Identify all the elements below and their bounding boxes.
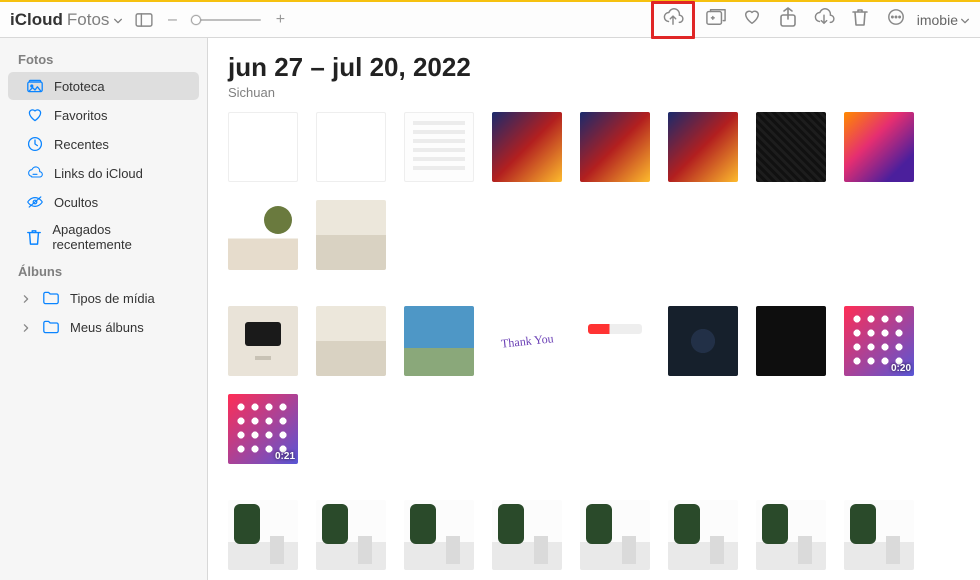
brand-bold: iCloud bbox=[10, 10, 63, 30]
photo-thumbnail[interactable] bbox=[316, 200, 386, 270]
photo-thumbnail[interactable] bbox=[228, 112, 298, 182]
chevron-right-icon bbox=[22, 291, 32, 306]
chevron-down-icon bbox=[960, 16, 970, 26]
chevron-right-icon bbox=[22, 320, 32, 335]
video-duration-badge: 0:21 bbox=[275, 451, 295, 462]
trash-icon bbox=[26, 228, 42, 246]
sidebar: Fotos Fototeca Favoritos Recentes Links do i… bbox=[0, 38, 208, 580]
sidebar-section-header: Fotos bbox=[0, 46, 207, 71]
delete-button[interactable] bbox=[845, 6, 875, 34]
eye-off-icon bbox=[26, 193, 44, 211]
sidebar-item-label: Meus álbuns bbox=[70, 320, 144, 335]
zoom-out-button[interactable]: – bbox=[165, 11, 179, 29]
add-to-album-button[interactable] bbox=[701, 6, 731, 34]
zoom-slider-knob[interactable] bbox=[191, 15, 201, 25]
upload-highlight bbox=[651, 1, 695, 39]
photo-thumbnail[interactable] bbox=[756, 500, 826, 570]
sidebar-item-recentes[interactable]: Recentes bbox=[8, 130, 199, 158]
sidebar-item-tipos-de-mídia[interactable]: Tipos de mídia bbox=[8, 284, 199, 312]
photo-thumbnail[interactable] bbox=[492, 112, 562, 182]
photo-thumbnail[interactable] bbox=[668, 112, 738, 182]
toggle-sidebar-button[interactable] bbox=[129, 6, 159, 34]
sidebar-item-label: Fototeca bbox=[54, 79, 105, 94]
sidebar-item-ocultos[interactable]: Ocultos bbox=[8, 188, 199, 216]
sidebar-item-label: Apagados recentemente bbox=[52, 222, 181, 252]
photo-thumbnail[interactable] bbox=[492, 306, 562, 376]
folder-icon bbox=[42, 289, 60, 307]
photo-thumbnail[interactable] bbox=[316, 306, 386, 376]
sidebar-item-label: Tipos de mídia bbox=[70, 291, 155, 306]
content-header: jun 27 – jul 20, 2022 Sichuan bbox=[208, 38, 980, 106]
photo-scroll-area[interactable]: 0:200:210:050:050:01 bbox=[208, 106, 980, 580]
photo-thumbnail[interactable] bbox=[844, 112, 914, 182]
account-menu[interactable]: imobie bbox=[917, 12, 970, 28]
folder-icon bbox=[42, 318, 60, 336]
library-icon bbox=[26, 77, 44, 95]
photo-thumbnail[interactable] bbox=[404, 500, 474, 570]
trash-icon bbox=[852, 8, 868, 31]
sidebar-item-label: Links do iCloud bbox=[54, 166, 143, 181]
sidebar-item-label: Recentes bbox=[54, 137, 109, 152]
more-button[interactable] bbox=[881, 6, 911, 34]
sidebar-item-label: Ocultos bbox=[54, 195, 98, 210]
main-content: jun 27 – jul 20, 2022 Sichuan 0:200:210:… bbox=[208, 38, 980, 580]
sidebar-item-favoritos[interactable]: Favoritos bbox=[8, 101, 199, 129]
toolbar: iCloud Fotos – + bbox=[0, 0, 980, 38]
clock-icon bbox=[26, 135, 44, 153]
link-cloud-icon bbox=[26, 164, 44, 182]
photo-grid: 0:200:210:050:050:01 bbox=[228, 112, 968, 580]
download-cloud-icon bbox=[813, 8, 835, 31]
add-to-album-icon bbox=[706, 8, 726, 31]
photo-thumbnail[interactable] bbox=[228, 500, 298, 570]
sidebar-item-fototeca[interactable]: Fototeca bbox=[8, 72, 199, 100]
photo-thumbnail[interactable] bbox=[668, 500, 738, 570]
favorite-button[interactable] bbox=[737, 6, 767, 34]
photo-thumbnail[interactable]: 0:20 bbox=[844, 306, 914, 376]
download-button[interactable] bbox=[809, 6, 839, 34]
photo-thumbnail[interactable] bbox=[228, 306, 298, 376]
location-subtitle: Sichuan bbox=[228, 85, 960, 100]
sidebar-item-apagados-recentemente[interactable]: Apagados recentemente bbox=[8, 217, 199, 257]
video-duration-badge: 0:20 bbox=[891, 363, 911, 374]
share-button[interactable] bbox=[773, 6, 803, 34]
photo-thumbnail[interactable] bbox=[492, 500, 562, 570]
account-name: imobie bbox=[917, 12, 958, 28]
photo-thumbnail[interactable] bbox=[756, 306, 826, 376]
photo-thumbnail[interactable] bbox=[404, 112, 474, 182]
sidebar-section-header: Álbuns bbox=[0, 258, 207, 283]
photo-thumbnail[interactable]: 0:21 bbox=[228, 394, 298, 464]
date-range-title: jun 27 – jul 20, 2022 bbox=[228, 52, 960, 83]
sidebar-item-meus-álbuns[interactable]: Meus álbuns bbox=[8, 313, 199, 341]
photo-thumbnail[interactable] bbox=[580, 500, 650, 570]
more-icon bbox=[887, 8, 905, 31]
photo-thumbnail[interactable] bbox=[316, 500, 386, 570]
photo-thumbnail[interactable] bbox=[404, 306, 474, 376]
photo-thumbnail[interactable] bbox=[580, 112, 650, 182]
zoom-slider[interactable] bbox=[191, 19, 261, 21]
photo-thumbnail[interactable] bbox=[316, 112, 386, 182]
chevron-down-icon bbox=[113, 16, 123, 26]
upload-cloud-icon bbox=[662, 8, 684, 31]
sidebar-item-links-do-icloud[interactable]: Links do iCloud bbox=[8, 159, 199, 187]
photo-thumbnail[interactable] bbox=[580, 306, 650, 376]
upload-button[interactable] bbox=[658, 6, 688, 34]
heart-icon bbox=[743, 8, 761, 31]
brand-light: Fotos bbox=[67, 10, 110, 30]
photo-thumbnail[interactable] bbox=[228, 200, 298, 270]
sidebar-item-label: Favoritos bbox=[54, 108, 107, 123]
photo-thumbnail[interactable] bbox=[756, 112, 826, 182]
zoom-in-button[interactable]: + bbox=[273, 11, 287, 29]
photo-thumbnail[interactable] bbox=[844, 500, 914, 570]
share-icon bbox=[780, 7, 796, 32]
photo-thumbnail[interactable] bbox=[668, 306, 738, 376]
heart-icon bbox=[26, 106, 44, 124]
brand-dropdown[interactable]: iCloud Fotos bbox=[10, 10, 123, 30]
